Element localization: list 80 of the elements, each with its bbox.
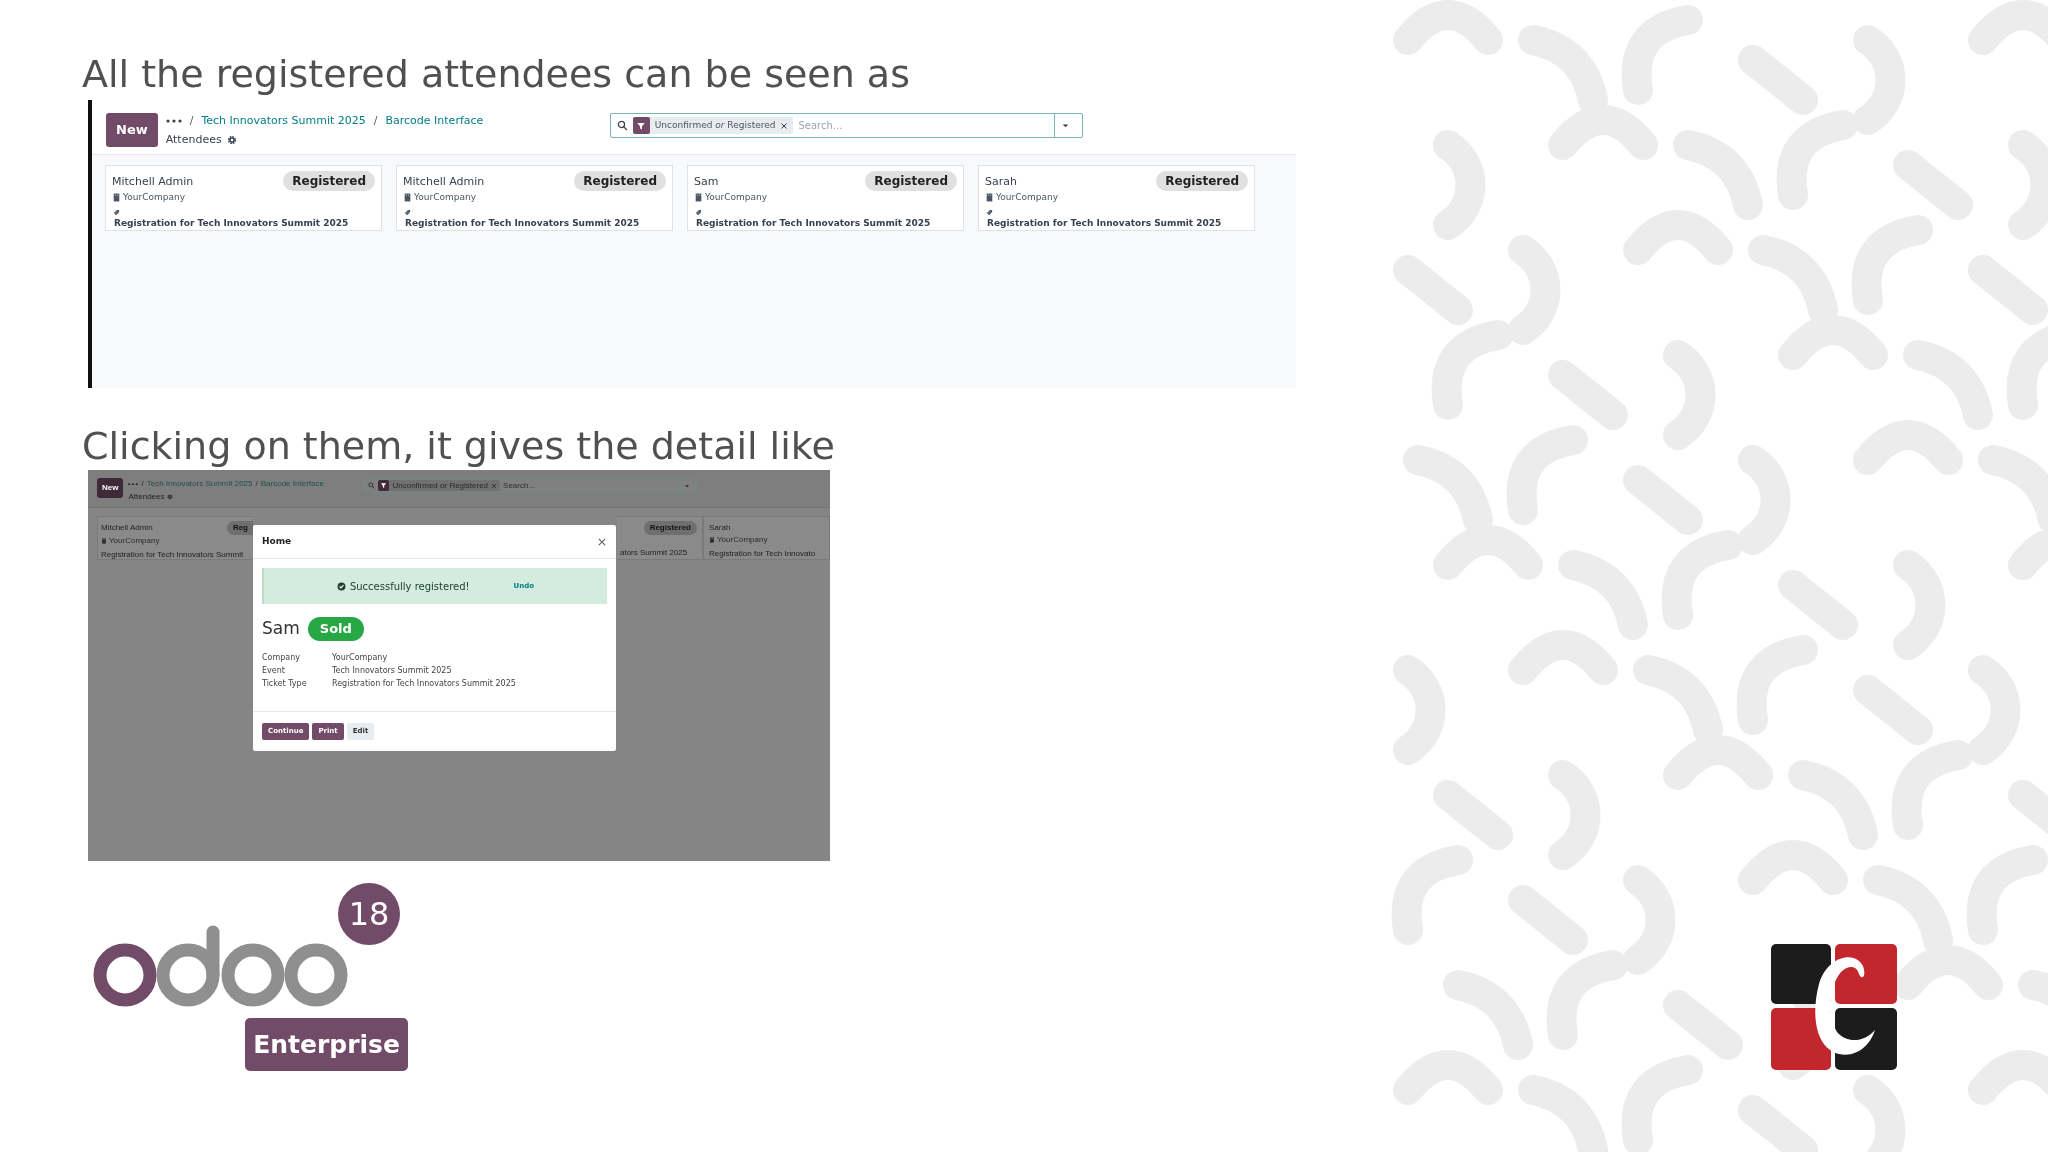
breadcrumb-separator: /	[189, 113, 194, 129]
company-name: YourCompany	[717, 534, 768, 546]
building-icon	[709, 537, 715, 543]
attendee-card[interactable]: Mitchell Admin Reg YourCompany Registration for Tech Innovators Summit	[97, 516, 253, 560]
gear-icon[interactable]	[226, 134, 237, 145]
filter-label: Unconfirmed or Registered	[654, 118, 776, 132]
field-value: YourCompany	[332, 651, 389, 664]
attendee-card[interactable]: Sarah Registered YourCompany Registration for Tech Innovators Summit 2025	[978, 165, 1255, 231]
ticket-type: Registration for Tech Innovators Summit 2025	[113, 216, 350, 230]
ticket-type: Registration for Tech Innovators Summit	[101, 549, 245, 559]
page-title: Attendees	[165, 131, 222, 148]
tag-icon	[112, 208, 121, 216]
field-label: Company	[262, 651, 302, 664]
close-icon[interactable]	[780, 121, 789, 130]
ticket-type: Registration for Tech Innovators Summit 2025	[695, 216, 932, 230]
building-icon	[101, 538, 107, 544]
company-name: YourCompany	[123, 191, 186, 204]
company-name: YourCompany	[705, 191, 768, 204]
status-badge: Registered	[283, 171, 375, 191]
company-name: YourCompany	[414, 191, 477, 204]
filter-facet[interactable]: Unconfirmed or Registered	[632, 117, 794, 134]
search-field[interactable]: Unconfirmed or Registered Search...	[609, 113, 1083, 138]
page-title: Attendees	[128, 491, 165, 503]
filter-icon	[636, 120, 647, 131]
attendee-name: Mitchell Admin	[101, 522, 153, 534]
building-icon	[985, 193, 994, 203]
attendee-card[interactable]: Sam Registered YourCompany Registration for Tech Innovators Summit 2025	[687, 165, 964, 231]
breadcrumb-separator: /	[141, 478, 144, 490]
ticket-type: Registration for Tech Innovators Summit 2025	[986, 216, 1223, 230]
status-badge: Reg	[226, 521, 253, 535]
filter-icon	[380, 482, 388, 489]
attendee-name: Sarah	[985, 174, 1017, 190]
version-badge: 18	[338, 883, 400, 945]
attendee-card[interactable]: Sarah YourCompany Registration for Tech Innovato	[703, 516, 830, 560]
field-value: Tech Innovators Summit 2025	[332, 664, 453, 677]
building-icon	[694, 193, 703, 203]
attendee-name: Mitchell Admin	[403, 174, 485, 190]
caret-icon[interactable]	[1060, 121, 1070, 130]
dialog-title: Home	[262, 534, 292, 548]
status-badge: Sold	[307, 617, 364, 641]
status-badge: Registered	[1156, 171, 1248, 191]
field-label: Event	[262, 664, 286, 677]
ellipsis-icon[interactable]	[128, 482, 139, 486]
company-name: YourCompany	[996, 191, 1059, 204]
tag-icon	[694, 208, 703, 216]
status-badge: Registered	[574, 171, 666, 191]
attendee-card[interactable]: Registered ators Summit 2025	[617, 516, 703, 560]
slide-heading: Clicking on them, it gives the detail like	[82, 424, 836, 468]
ticket-type: Registration for Tech Innovators Summit 2025	[404, 216, 641, 230]
tag-icon	[985, 208, 994, 216]
attendee-card[interactable]: Mitchell Admin Registered YourCompany Registration for Tech Innovators Summit 2025	[396, 165, 673, 231]
attendee-name: Sam	[262, 617, 300, 640]
new-button[interactable]: New	[97, 478, 124, 498]
breadcrumb-separator: /	[373, 113, 378, 129]
building-icon	[403, 193, 412, 203]
ticket-type: Registration for Tech Innovato	[709, 548, 817, 559]
attendee-name: Mitchell Admin	[112, 174, 194, 190]
alert-message: Successfully registered!	[349, 579, 470, 594]
breadcrumb-separator: /	[255, 478, 258, 490]
close-icon[interactable]	[597, 536, 607, 547]
attendee-card[interactable]: Mitchell Admin Registered YourCompany Registration for Tech Innovators Summit 2025	[105, 165, 382, 231]
check-circle-icon	[336, 581, 346, 591]
field-label: Ticket Type	[262, 677, 308, 690]
new-button[interactable]: New	[106, 113, 158, 147]
company-name: YourCompany	[109, 535, 160, 547]
status-badge: Registered	[865, 171, 957, 191]
status-badge: Registered	[643, 521, 697, 535]
breadcrumb-link[interactable]: Barcode Interface	[385, 113, 484, 130]
ticket-type: ators Summit 2025	[620, 547, 689, 559]
attendee-name: Sam	[694, 174, 719, 190]
breadcrumb-link[interactable]: Tech Innovators Summit 2025	[201, 113, 366, 130]
search-icon	[368, 482, 376, 489]
attendee-name: Sarah	[709, 522, 731, 534]
tag-icon	[403, 208, 412, 216]
building-icon	[112, 193, 121, 203]
slide-heading: All the registered attendees can be seen as	[82, 52, 911, 96]
field-value: Registration for Tech Innovators Summit 2025	[332, 677, 517, 690]
ellipsis-icon[interactable]	[165, 119, 182, 124]
search-icon	[616, 120, 628, 131]
edition-badge: Enterprise	[245, 1018, 408, 1071]
